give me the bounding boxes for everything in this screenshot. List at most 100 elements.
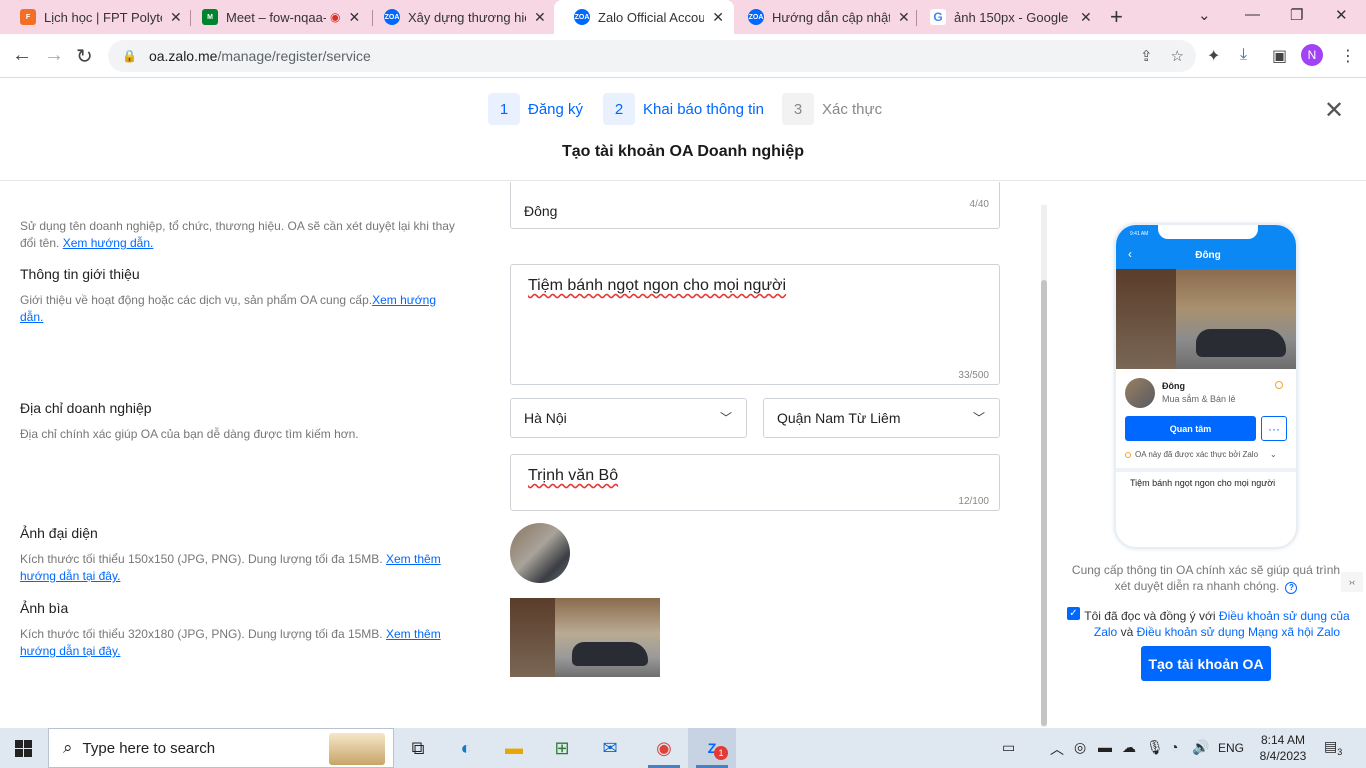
- close-tab-icon[interactable]: ✕: [898, 9, 910, 26]
- onedrive-icon[interactable]: ☁: [1122, 739, 1136, 756]
- chevron-down-icon: ⌄: [1270, 450, 1277, 459]
- display-icon[interactable]: ▭: [1002, 739, 1015, 756]
- chrome-icon[interactable]: ◉: [640, 728, 688, 768]
- side-panel-icon[interactable]: ▣: [1272, 46, 1287, 66]
- close-tab-icon[interactable]: ✕: [534, 9, 546, 26]
- microphone-icon[interactable]: 🎙: [1146, 739, 1164, 756]
- browser-toolbar: ← → ↻ 🔒 oa.zalo.me/manage/register/servi…: [0, 34, 1366, 78]
- file-explorer-icon[interactable]: ▬: [490, 728, 538, 768]
- search-highlight-image: [329, 733, 385, 765]
- close-tab-icon[interactable]: ✕: [1080, 9, 1092, 26]
- chevron-down-icon: ﹀: [719, 411, 732, 425]
- download-icon[interactable]: ⤓: [1240, 46, 1247, 64]
- close-tab-icon[interactable]: ✕: [170, 9, 182, 26]
- preview-description: Tiệm bánh ngọt ngon cho mọi người: [1130, 478, 1276, 488]
- share-icon[interactable]: ⇪: [1140, 47, 1153, 65]
- close-tab-icon[interactable]: ✕: [712, 9, 724, 26]
- preview-more-button: ···: [1261, 416, 1287, 441]
- help-icon[interactable]: ?: [1285, 582, 1298, 594]
- form-scrollbar-thumb[interactable]: [1041, 280, 1047, 726]
- terms-agreement: Tôi đã đọc và đồng ý với Điều khoản sử d…: [1084, 609, 1350, 639]
- tab-google-search[interactable]: G ảnh 150px - Google S ✕: [910, 0, 1102, 34]
- task-view-icon[interactable]: ⧉: [394, 728, 442, 768]
- avatar-image[interactable]: [510, 523, 570, 583]
- city-select[interactable]: Hà Nội ﹀: [510, 398, 747, 438]
- page-title: Tạo tài khoản OA Doanh nghiệp: [561, 143, 805, 160]
- meet-favicon-icon: M: [202, 9, 218, 25]
- intro-textarea[interactable]: Tiệm bánh ngọt ngon cho mọi người 33/500: [510, 264, 1000, 385]
- preview-cover-image: [1116, 269, 1296, 369]
- step-declare-info: 2 Khai báo thông tin: [603, 93, 764, 125]
- restore-icon[interactable]: ❐: [1290, 6, 1303, 24]
- wifi-icon[interactable]: ◔: [1170, 739, 1178, 755]
- terms-link-social[interactable]: Điều khoản sử dụng Mạng xã hội Zalo: [1137, 625, 1341, 639]
- district-select[interactable]: Quận Nam Từ Liêm ﹀: [763, 398, 1000, 438]
- new-tab-icon[interactable]: +: [1110, 4, 1123, 30]
- windows-start-icon[interactable]: [15, 740, 32, 757]
- zalo-oa-favicon-icon: ZOA: [574, 9, 590, 25]
- collapse-panel-icon[interactable]: ›‹: [1341, 572, 1363, 592]
- windows-taskbar: ⌕ Type here to search ⧉ ◐ ▬ ⊞ ✉ ◉ Z 1 ▭ …: [0, 728, 1366, 768]
- zalo-oa-favicon-icon: ZOA: [384, 9, 400, 25]
- zalo-icon[interactable]: Z 1: [688, 728, 736, 768]
- back-icon[interactable]: ←: [12, 44, 32, 67]
- close-icon[interactable]: ✕: [1324, 96, 1344, 125]
- menu-kebab-icon[interactable]: ⋮: [1340, 46, 1356, 66]
- forward-icon[interactable]: →: [44, 44, 64, 67]
- sidebar-hint: Cung cấp thông tin OA chính xác sẽ giúp …: [1071, 563, 1341, 594]
- taskbar-clock[interactable]: 8:14 AM 8/4/2023: [1255, 732, 1311, 764]
- edge-icon[interactable]: ◐: [442, 728, 490, 768]
- cover-image[interactable]: [510, 598, 660, 677]
- battery-icon[interactable]: ▬: [1098, 739, 1112, 755]
- profile-avatar[interactable]: N: [1301, 44, 1323, 66]
- search-icon: ⌕: [63, 738, 73, 757]
- volume-icon[interactable]: 🔊: [1192, 739, 1209, 756]
- address-description: Địa chỉ chính xác giúp OA của bạn dễ dàn…: [20, 427, 359, 441]
- taskbar-search-box[interactable]: ⌕ Type here to search: [48, 728, 394, 768]
- street-input[interactable]: Trịnh văn Bô 12/100: [510, 454, 1000, 511]
- oa-name-input[interactable]: Đông 4/40: [510, 182, 1000, 229]
- step-verify: 3 Xác thực: [782, 93, 882, 125]
- minimize-icon[interactable]: —: [1245, 6, 1260, 23]
- tray-chevron-up-icon[interactable]: ︿: [1050, 739, 1064, 759]
- tab-zalo-official-account[interactable]: ZOA Zalo Official Account ✕: [554, 0, 734, 34]
- language-indicator[interactable]: ENG: [1218, 741, 1244, 755]
- notification-icon[interactable]: ▤3: [1324, 738, 1342, 757]
- step-register: 1 Đăng ký: [488, 93, 583, 125]
- extensions-icon[interactable]: ✦: [1207, 46, 1220, 66]
- preview-follow-button: Quan tâm: [1125, 416, 1256, 441]
- cover-description: Kích thước tối thiểu 320x180 (JPG, PNG).…: [20, 627, 441, 658]
- create-oa-button[interactable]: Tạo tài khoản OA: [1141, 646, 1271, 681]
- lock-icon[interactable]: 🔒: [122, 49, 137, 63]
- window-close-icon[interactable]: ✕: [1335, 6, 1348, 24]
- intro-description: Giới thiệu về hoạt động hoặc các dịch vụ…: [20, 293, 437, 324]
- verified-badge-icon: [1125, 451, 1131, 458]
- tab-fpt-schedule[interactable]: F Lịch học | FPT Polytech ✕: [0, 0, 192, 34]
- oa-phone-preview: 9:41 AM ‹ Đông Đông Mua sắm & Bán lẻ Qua…: [1114, 223, 1298, 549]
- chevron-down-icon: ﹀: [972, 411, 985, 425]
- name-guide-link[interactable]: Xem hướng dẫn.: [63, 236, 154, 250]
- register-header: 1 Đăng ký 2 Khai báo thông tin 3 Xác thự…: [0, 78, 1366, 181]
- tab-update-guide[interactable]: ZOA Hướng dẫn cập nhật ả ✕: [728, 0, 920, 34]
- preview-avatar: [1125, 378, 1155, 408]
- tab-meet[interactable]: M Meet – fow-nqaa- ◉ ✕: [182, 0, 370, 34]
- name-description: Sử dụng tên doanh nghiệp, tổ chức, thươn…: [20, 219, 455, 250]
- reload-icon[interactable]: ↻: [76, 44, 93, 69]
- google-favicon-icon: G: [930, 9, 946, 25]
- browser-tab-strip: F Lịch học | FPT Polytech ✕ M Meet – fow…: [0, 0, 1366, 34]
- address-label: Địa chỉ doanh nghiệp: [20, 400, 152, 416]
- mail-icon[interactable]: ✉: [586, 728, 634, 768]
- oa-info-form: Sử dụng tên doanh nghiệp, tổ chức, thươn…: [0, 182, 1044, 728]
- close-tab-icon[interactable]: ✕: [348, 9, 360, 26]
- camera-icon[interactable]: ◎: [1074, 739, 1086, 756]
- bookmark-star-icon[interactable]: ☆: [1171, 47, 1184, 65]
- verified-badge-icon: [1275, 381, 1283, 389]
- cover-label: Ảnh bìa: [20, 600, 69, 616]
- address-bar[interactable]: 🔒 oa.zalo.me/manage/register/service ⇪ ☆: [108, 40, 1196, 72]
- terms-checkbox[interactable]: ✓: [1067, 607, 1080, 620]
- store-icon[interactable]: ⊞: [538, 728, 586, 768]
- tab-brand-building[interactable]: ZOA Xây dựng thương hiệu ✕: [364, 0, 556, 34]
- tab-search-chevron-icon[interactable]: ⌄: [1198, 6, 1211, 24]
- recording-icon: ◉: [330, 10, 341, 24]
- avatar-label: Ảnh đại diện: [20, 525, 98, 541]
